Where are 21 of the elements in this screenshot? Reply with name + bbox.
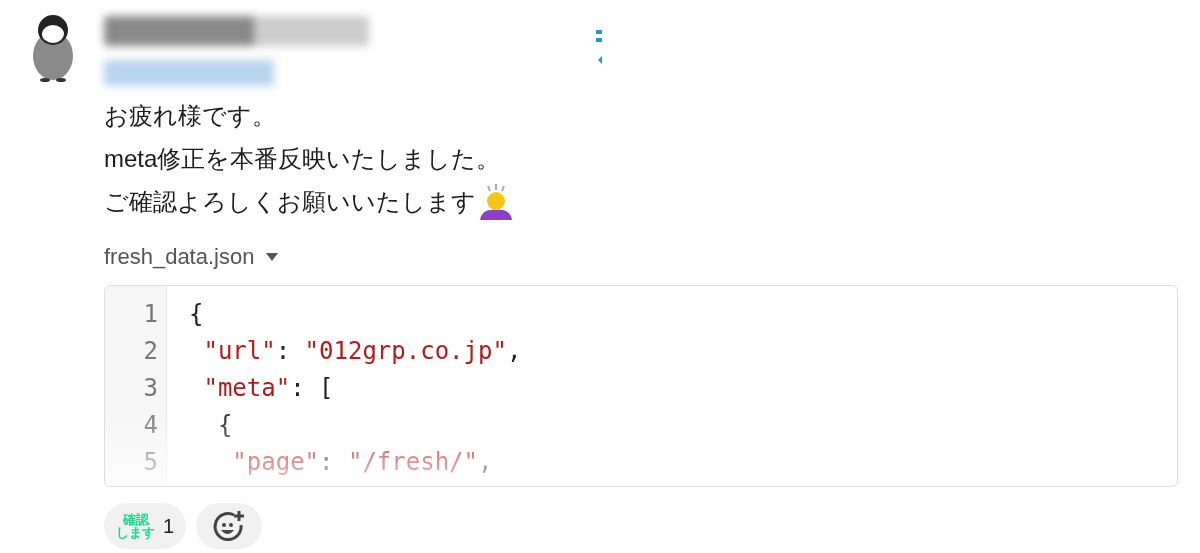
add-reaction-button[interactable] <box>196 503 263 549</box>
code-line: { <box>216 410 234 441</box>
code-line: "url": "012grp.co.jp", <box>202 336 523 367</box>
code-line: "meta": [ <box>202 373 335 404</box>
line-number: 3 <box>142 373 159 404</box>
line-number: 4 <box>142 410 159 441</box>
cursor-icon <box>596 30 602 64</box>
reaction-emoji: 確認 します <box>116 513 155 539</box>
message-text: ご確認よろしくお願いいたします <box>104 187 476 217</box>
code-line: "page": "/fresh/", <box>231 447 494 478</box>
message-text: meta修正を本番反映いたしました。 <box>104 144 501 174</box>
penguin-avatar[interactable] <box>30 12 76 82</box>
code-line: { <box>189 299 205 330</box>
line-number: 5 <box>142 447 159 478</box>
line-number: 1 <box>142 299 159 330</box>
add-emoji-icon <box>212 509 247 543</box>
message-text: お疲れ様です。 <box>104 101 276 131</box>
line-number: 2 <box>142 336 159 367</box>
caret-icon[interactable] <box>266 253 279 261</box>
file-name[interactable]: fresh_data.json <box>104 244 255 270</box>
reaction-count: 1 <box>163 514 175 538</box>
